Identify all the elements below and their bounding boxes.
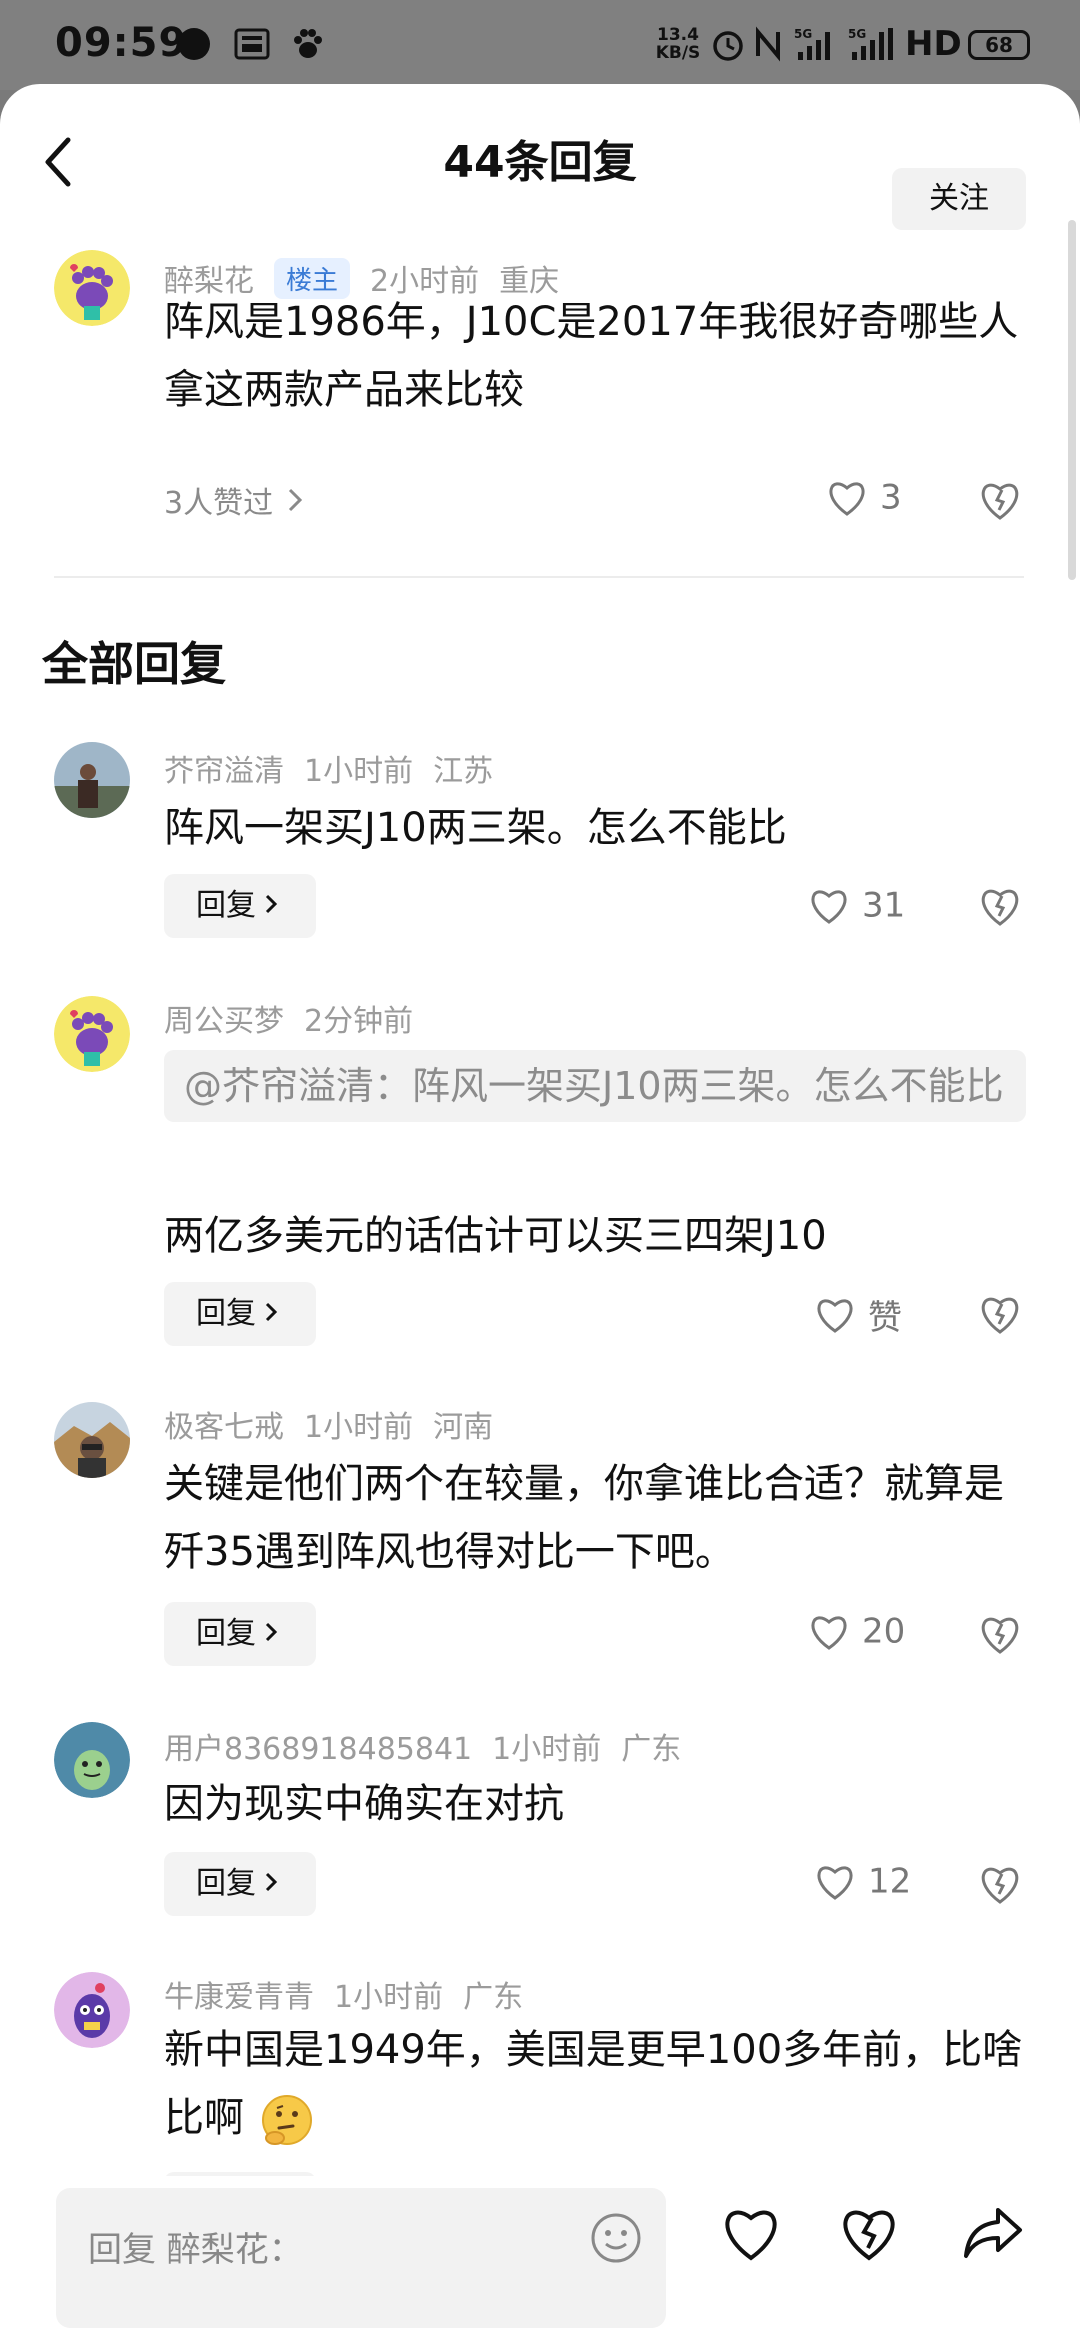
avatar[interactable] [54, 1972, 130, 2048]
heart-icon [829, 481, 865, 516]
battery-icon: 68 [968, 30, 1030, 60]
like-button[interactable]: 赞 [814, 1290, 902, 1339]
username[interactable]: 周公买梦 [164, 1004, 284, 1039]
svg-text:5G: 5G [794, 27, 812, 41]
svg-text:5G: 5G [848, 27, 866, 41]
thinking-face-emoji [261, 2095, 312, 2145]
comment-text: 阵风一架买J10两三架。怎么不能比 [164, 805, 787, 851]
like-button[interactable]: 31 [808, 884, 905, 926]
heart-icon [811, 1615, 847, 1650]
broken-heart-icon[interactable] [978, 884, 1022, 928]
comment-meta: 用户8368918485841 1小时前 广东 [164, 1724, 701, 1768]
reply-sheet: 44条回复 醉梨花 楼主 2小时前 重庆 关注 阵风是1986年，J10C是2017年… [0, 84, 1080, 2332]
username[interactable]: 芥帘溢清 [164, 754, 284, 789]
heart-icon [811, 889, 847, 924]
emoji-icon[interactable] [590, 2212, 642, 2264]
comment-text: 因为现实中确实在对抗 [164, 1781, 564, 1827]
reply-button[interactable]: 回复 [164, 1282, 316, 1346]
location: 河南 [433, 1410, 494, 1445]
reply-input-placeholder: 回复 醉梨花： [88, 2230, 303, 2270]
comment-meta: 芥帘溢清 1小时前 江苏 [164, 746, 513, 790]
chevron-right-icon [265, 894, 278, 914]
paw-icon [294, 29, 322, 58]
comment-meta: 牛康爱青青 1小时前 广东 [164, 1972, 543, 2016]
signal-5g-icon: 5G [794, 27, 830, 60]
network-type: HD [905, 24, 962, 64]
circle-icon [178, 28, 210, 60]
section-title: 全部回复 [42, 637, 226, 691]
broken-heart-icon[interactable] [836, 2200, 902, 2266]
username[interactable]: 极客七戒 [164, 1410, 284, 1445]
comment-text: 两亿多美元的话估计可以买三四架J10 [164, 1213, 827, 1259]
scrollbar[interactable] [1068, 220, 1076, 580]
timestamp: 1小时前 [304, 1410, 414, 1445]
chevron-right-icon [265, 1622, 278, 1642]
status-time: 09:59 [55, 20, 188, 66]
follow-button[interactable]: 关注 [892, 168, 1026, 230]
comment-meta: 极客七戒 1小时前 河南 [164, 1402, 513, 1446]
like-button[interactable]: 12 [814, 1860, 911, 1902]
chevron-right-icon [265, 1302, 278, 1322]
comment-meta: 周公买梦 2分钟前 [164, 996, 433, 1040]
signal-5g-icon: 5G [848, 27, 893, 60]
alarm-icon [713, 31, 743, 61]
username[interactable]: 用户8368918485841 [164, 1732, 472, 1767]
reply-button[interactable]: 回复 [164, 874, 316, 938]
avatar[interactable] [54, 1402, 130, 1478]
chevron-right-icon [265, 1872, 278, 1892]
location: 广东 [463, 1980, 524, 2015]
app-icon [234, 28, 270, 60]
network-speed: 13.4 KB/S [655, 25, 701, 63]
likers-link[interactable]: 3人赞过 [164, 478, 303, 522]
quoted-reply[interactable]: @芥帘溢清：阵风一架买J10两三架。怎么不能比 [164, 1050, 1026, 1122]
heart-icon [817, 1298, 853, 1333]
bottom-bar: 回复 醉梨花： [0, 2176, 1080, 2332]
avatar[interactable] [54, 250, 130, 326]
heart-icon [817, 1865, 853, 1900]
heart-icon[interactable] [718, 2200, 784, 2266]
timestamp: 1小时前 [334, 1980, 444, 2015]
avatar[interactable] [54, 1722, 130, 1798]
broken-heart-icon[interactable] [978, 1612, 1022, 1656]
timestamp: 1小时前 [492, 1732, 602, 1767]
chevron-right-icon [289, 488, 303, 512]
reply-button[interactable]: 回复 [164, 1602, 316, 1666]
broken-heart-icon[interactable] [978, 478, 1022, 522]
share-icon[interactable] [960, 2200, 1026, 2266]
avatar[interactable] [54, 996, 130, 1072]
username[interactable]: 牛康爱青青 [164, 1980, 314, 2015]
comment-text: 关键是他们两个在较量，你拿谁比合适？就算是歼35遇到阵风也得对比一下吧。 [164, 1461, 1004, 1575]
like-button[interactable]: 20 [808, 1610, 905, 1652]
timestamp: 2分钟前 [304, 1004, 414, 1039]
reply-input[interactable]: 回复 醉梨花： [56, 2188, 666, 2328]
avatar[interactable] [54, 742, 130, 818]
broken-heart-icon[interactable] [978, 1292, 1022, 1336]
broken-heart-icon[interactable] [978, 1862, 1022, 1906]
like-button[interactable]: 3 [826, 476, 902, 518]
status-bar: 09:59 13.4 KB/S 5G 5G HD 68 [0, 0, 1080, 90]
location: 江苏 [433, 754, 494, 789]
location: 广东 [621, 1732, 682, 1767]
reply-button[interactable]: 回复 [164, 1852, 316, 1916]
timestamp: 1小时前 [304, 754, 414, 789]
nfc-icon [756, 26, 780, 62]
divider [54, 576, 1024, 578]
comment-text: 阵风是1986年，J10C是2017年我很好奇哪些人拿这两款产品来比较 [164, 299, 1019, 413]
comment-text: 新中国是1949年，美国是更早100多年前，比啥比啊 [164, 2016, 1024, 2152]
